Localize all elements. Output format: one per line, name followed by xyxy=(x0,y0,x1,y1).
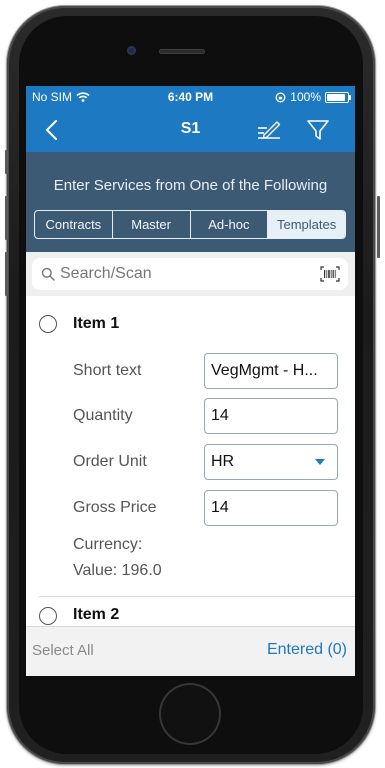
quantity-label: Quantity xyxy=(73,407,133,424)
mute-switch xyxy=(5,150,8,174)
source-prompt: Enter Services from One of the Following xyxy=(53,177,328,194)
power-button xyxy=(377,196,380,258)
navigation-bar: S1 xyxy=(26,108,355,152)
volume-up-button xyxy=(5,196,8,240)
orientation-lock-icon xyxy=(275,92,286,102)
segment-templates[interactable]: Templates xyxy=(268,211,345,238)
short-text-field[interactable]: VegMgmt - H... xyxy=(204,353,338,389)
volume-down-button xyxy=(5,252,8,296)
short-text-label: Short text xyxy=(73,362,142,379)
segment-contracts[interactable]: Contracts xyxy=(35,211,113,238)
gross-price-label: Gross Price xyxy=(73,499,157,516)
select-all-button[interactable]: Select All xyxy=(32,642,94,659)
search-box xyxy=(32,258,348,290)
gross-price-value: 14 xyxy=(211,499,229,516)
home-button[interactable] xyxy=(159,683,221,745)
item-radio-button[interactable] xyxy=(39,607,57,625)
value-label: Value: 196.0 xyxy=(73,562,162,579)
segment-master[interactable]: Master xyxy=(113,211,191,238)
order-unit-value: HR xyxy=(211,453,235,470)
segment-ad-hoc[interactable]: Ad-hoc xyxy=(191,211,269,238)
entered-button[interactable]: Entered (0) xyxy=(267,641,347,659)
item-divider xyxy=(39,596,355,597)
battery-percent: 100% xyxy=(290,90,321,104)
dropdown-arrow-icon[interactable] xyxy=(303,445,337,479)
quantity-field[interactable]: 14 xyxy=(204,398,338,434)
order-unit-select[interactable]: HR xyxy=(204,444,338,480)
short-text-value: VegMgmt - H... xyxy=(211,362,318,379)
front-camera xyxy=(127,46,136,55)
edit-lines-icon[interactable] xyxy=(256,118,282,142)
template-item-list: Item 1 Short text VegMgmt - H... Quantit… xyxy=(26,296,355,626)
battery-level xyxy=(327,93,345,101)
earpiece-speaker xyxy=(159,49,205,54)
source-segmented-control: Contracts Master Ad-hoc Templates xyxy=(34,210,346,239)
source-selector-panel: Enter Services from One of the Following… xyxy=(26,152,355,252)
status-bar: No SIM 6:40 PM 100% xyxy=(26,86,355,108)
order-unit-label: Order Unit xyxy=(73,453,147,470)
item-radio-button[interactable] xyxy=(39,315,57,333)
item-title: Item 2 xyxy=(73,606,120,623)
gross-price-field[interactable]: 14 xyxy=(204,490,338,526)
search-icon xyxy=(41,267,55,281)
barcode-scan-icon[interactable] xyxy=(320,266,340,282)
battery-icon xyxy=(325,91,351,103)
footer-toolbar: Select All Entered (0) xyxy=(26,626,355,676)
item-title: Item 1 xyxy=(73,315,120,332)
currency-label: Currency: xyxy=(73,536,143,553)
app-screen: No SIM 6:40 PM 100% S1 Enter Services fr… xyxy=(26,86,355,676)
search-input[interactable] xyxy=(60,263,310,285)
filter-icon[interactable] xyxy=(306,118,330,142)
quantity-value: 14 xyxy=(211,407,229,424)
search-bar xyxy=(26,252,355,296)
